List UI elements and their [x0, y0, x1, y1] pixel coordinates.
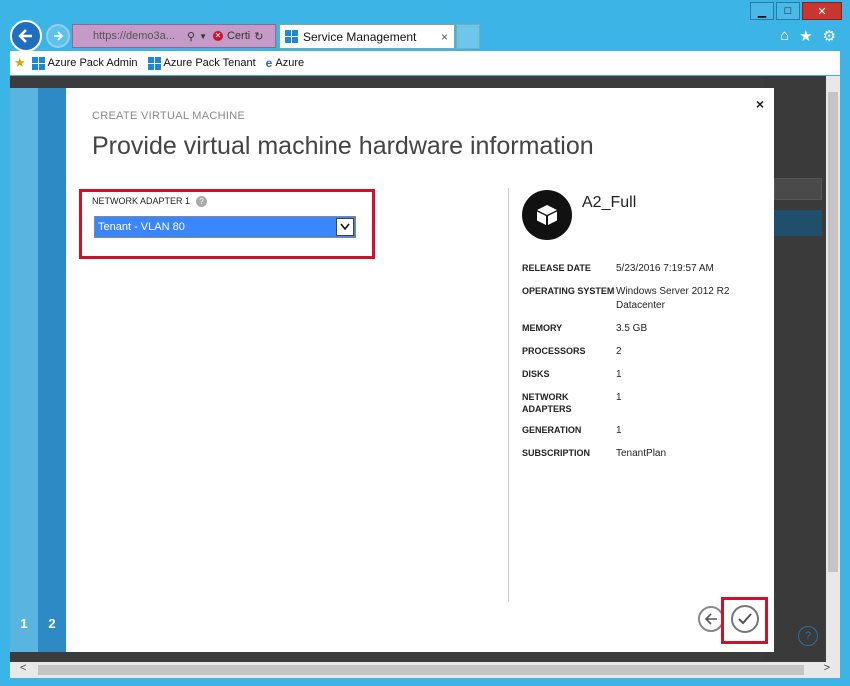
tab-close-icon[interactable]: × — [441, 30, 448, 44]
vm-property-row: RELEASE DATE 5/23/2016 7:19:57 AM — [522, 262, 762, 276]
home-icon[interactable]: ⌂ — [780, 27, 789, 45]
cube-icon — [537, 205, 557, 225]
new-tab-button[interactable] — [456, 24, 480, 49]
page-title: Provide virtual machine hardware informa… — [92, 132, 594, 160]
minimize-button[interactable]: ▁ — [750, 2, 774, 20]
property-value: TenantPlan — [616, 448, 667, 459]
star-icon[interactable]: ★ — [799, 27, 812, 45]
highlight-network-adapter — [79, 189, 375, 259]
favorite-label: Azure Pack Tenant — [163, 57, 256, 69]
panel-divider — [508, 188, 509, 602]
property-key: SUBSCRIPTION — [522, 448, 591, 458]
refresh-icon[interactable]: ↻ — [254, 30, 263, 43]
vm-properties: RELEASE DATE 5/23/2016 7:19:57 AM OPERATI… — [522, 262, 762, 470]
scroll-left-icon[interactable]: < — [20, 662, 26, 674]
vm-property-row: DISKS 1 — [522, 368, 762, 382]
property-key: NETWORK ADAPTERS — [522, 392, 572, 414]
property-value: 1 — [616, 392, 622, 403]
portal-selected-row — [774, 210, 822, 236]
property-key: GENERATION — [522, 425, 582, 435]
scroll-right-icon[interactable]: > — [824, 662, 830, 674]
favorite-azure[interactable]: e Azure — [266, 56, 304, 70]
property-value: 2 — [616, 346, 622, 357]
address-bar[interactable]: https://demo3a... ⚲ ▼ ✕ Certi ↻ — [72, 24, 276, 48]
windows-icon — [31, 56, 45, 70]
windows-icon — [147, 56, 161, 70]
arrow-right-icon — [54, 31, 64, 41]
create-vm-dialog: × CREATE VIRTUAL MACHINE Provide virtual… — [66, 88, 774, 652]
windows-icon — [285, 30, 298, 43]
property-value: 1 — [616, 425, 622, 436]
vm-property-row: NETWORK ADAPTERS 1 — [522, 391, 762, 415]
property-key: DISKS — [522, 369, 550, 379]
horizontal-scroll-thumb[interactable] — [38, 665, 804, 675]
portal-help-icon[interactable]: ? — [798, 626, 818, 646]
favorite-label: Azure Pack Admin — [47, 57, 138, 69]
back-button[interactable] — [10, 20, 42, 52]
property-value: 5/23/2016 7:19:57 AM — [616, 263, 714, 274]
vm-template-icon — [522, 190, 572, 240]
vm-property-row: GENERATION 1 — [522, 424, 762, 438]
tab-title: Service Management — [303, 29, 417, 44]
vm-property-row: MEMORY 3.5 GB — [522, 322, 762, 336]
cert-error-icon: ✕ — [212, 31, 223, 41]
portal-search-box — [774, 178, 822, 200]
property-key: PROCESSORS — [522, 346, 586, 356]
dialog-close-button[interactable]: × — [756, 96, 764, 112]
favorite-azure-pack-tenant[interactable]: Azure Pack Tenant — [147, 56, 256, 70]
property-key: OPERATING SYSTEM — [522, 286, 615, 296]
window-controls: ▁ □ ✕ — [750, 2, 842, 20]
step-number: 1 — [20, 616, 28, 631]
vm-property-row: SUBSCRIPTION TenantPlan — [522, 447, 762, 461]
dialog-subtitle: CREATE VIRTUAL MACHINE — [92, 110, 246, 122]
arrow-left-icon — [704, 613, 717, 625]
dropdown-icon[interactable]: ▼ — [199, 32, 207, 41]
property-value: Windows Server 2012 R2 Datacenter — [616, 286, 730, 311]
property-key: RELEASE DATE — [522, 263, 591, 273]
favorite-label: Azure — [275, 57, 305, 69]
gear-icon[interactable]: ⚙ — [823, 27, 836, 45]
ie-icon: e — [265, 56, 273, 70]
vertical-scroll-thumb[interactable] — [828, 92, 838, 572]
favorites-star-icon[interactable]: ★ — [14, 55, 26, 71]
tab-service-management[interactable]: Service Management × — [279, 24, 455, 49]
address-url[interactable]: https://demo3a... — [73, 30, 181, 42]
close-window-button[interactable]: ✕ — [802, 2, 842, 20]
property-key: MEMORY — [522, 323, 563, 333]
vm-property-row: PROCESSORS 2 — [522, 345, 762, 359]
cert-label[interactable]: Certi — [227, 30, 250, 42]
forward-button[interactable] — [46, 24, 70, 48]
arrow-left-icon — [18, 29, 32, 43]
favorites-bar: ★ Azure Pack Admin Azure Pack Tenant e A… — [10, 51, 840, 75]
search-icon[interactable]: ⚲ — [187, 30, 195, 43]
browser-toolbar-icons: ⌂ ★ ⚙ — [780, 27, 836, 45]
maximize-button[interactable]: □ — [776, 2, 800, 20]
vm-template-name: A2_Full — [582, 194, 637, 211]
wizard-steps: 1 2 — [10, 88, 66, 652]
favorite-azure-pack-admin[interactable]: Azure Pack Admin — [31, 56, 138, 70]
highlight-complete-button — [721, 597, 768, 644]
property-value: 1 — [616, 369, 622, 380]
wizard-step-1[interactable]: 1 — [10, 88, 38, 652]
property-value: 3.5 GB — [616, 323, 648, 334]
wizard-step-2[interactable]: 2 — [38, 88, 66, 652]
step-number: 2 — [48, 616, 56, 631]
vm-property-row: OPERATING SYSTEM Windows Server 2012 R2 D… — [522, 285, 762, 313]
